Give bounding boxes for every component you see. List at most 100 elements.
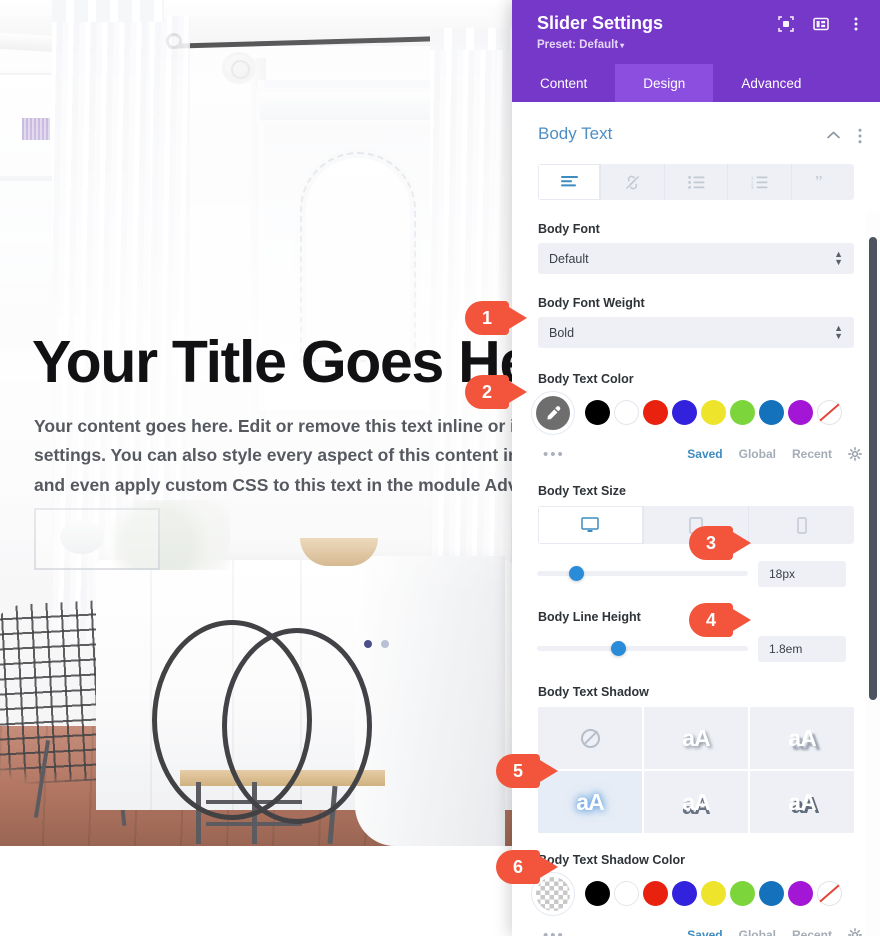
shadow-option-6[interactable]: aA <box>750 771 854 833</box>
color-tab-recent[interactable]: Recent <box>792 928 832 936</box>
gear-icon[interactable] <box>848 928 862 936</box>
slider-pagination[interactable] <box>364 640 389 648</box>
swatch-steel-blue[interactable] <box>759 881 784 906</box>
eyedropper-picker-button[interactable] <box>536 396 570 430</box>
kebab-menu-icon[interactable] <box>848 16 864 32</box>
slide-body-line-2: settings. You can also style every aspec… <box>34 445 512 466</box>
body-line-height-value: 1.8em <box>769 642 803 656</box>
body-font-weight-select[interactable]: Bold ▲ ▼ <box>538 317 854 348</box>
swatch-steel-blue[interactable] <box>759 400 784 425</box>
body-text-shadow-color-swatches <box>512 877 880 915</box>
numbered-list-icon: 1 2 3 <box>751 176 768 189</box>
screen: Your Title Goes Here Your content goes h… <box>0 0 880 936</box>
color-meta-row-2: ••• Saved Global Recent <box>512 925 880 936</box>
swatch-blue[interactable] <box>672 400 697 425</box>
body-text-shadow-label: Body Text Shadow <box>538 685 649 699</box>
body-text-size-label: Body Text Size <box>538 484 626 498</box>
slider-knob[interactable] <box>611 641 626 656</box>
tab-advanced[interactable]: Advanced <box>713 64 829 102</box>
swatch-none[interactable] <box>817 400 842 425</box>
preview-bottom-area <box>0 846 512 936</box>
swatch-red[interactable] <box>643 881 668 906</box>
swatch-white[interactable] <box>614 881 639 906</box>
color-tab-global[interactable]: Global <box>739 928 776 936</box>
chevron-down-icon: ▾ <box>620 41 625 50</box>
blockquote-button[interactable]: ” <box>792 164 854 200</box>
phone-icon <box>796 516 807 534</box>
link-button[interactable] <box>601 164 665 200</box>
format-toolbar: 1 2 3 ” <box>538 164 854 200</box>
body-text-section-header[interactable]: Body Text <box>512 116 880 158</box>
slider-settings-panel: Slider Settings Preset: Default ▾ Conten… <box>512 0 880 936</box>
swatch-green[interactable] <box>730 881 755 906</box>
shadow-option-2[interactable]: aA <box>644 707 748 769</box>
device-tab-desktop[interactable] <box>538 506 644 544</box>
swatch-yellow[interactable] <box>701 881 726 906</box>
more-colors-button[interactable]: ••• <box>543 927 565 936</box>
body-text-size-value: 18px <box>769 567 796 581</box>
shadow-option-5[interactable]: aA <box>644 771 748 833</box>
swatch-white[interactable] <box>614 400 639 425</box>
panel-title: Slider Settings <box>537 13 664 33</box>
section-title: Body Text <box>538 124 613 143</box>
slide-body-line-3: and even apply custom CSS to this text i… <box>34 474 512 495</box>
swatch-red[interactable] <box>643 400 668 425</box>
layout-panel-icon[interactable] <box>813 16 829 32</box>
body-text-shadow-options: aA aA aA aA aA <box>538 707 854 833</box>
color-tab-saved[interactable]: Saved <box>687 447 722 461</box>
marker-number: 6 <box>512 856 523 877</box>
preset-selector[interactable]: Preset: Default ▾ <box>537 39 624 51</box>
shadow-sample-text: aA <box>788 788 816 815</box>
body-text-color-swatches <box>512 396 880 434</box>
slider-knob[interactable] <box>569 566 584 581</box>
callout-marker-6: 6 <box>496 850 558 884</box>
slider-dot-2[interactable] <box>381 640 389 648</box>
body-text-size-value-box[interactable]: 18px <box>758 561 846 587</box>
swatch-blue[interactable] <box>672 881 697 906</box>
chevron-up-icon[interactable] <box>827 131 840 139</box>
numbered-list-button[interactable]: 1 2 3 <box>728 164 792 200</box>
color-tab-recent[interactable]: Recent <box>792 447 832 461</box>
color-tab-global[interactable]: Global <box>739 447 776 461</box>
eyedropper-icon <box>546 405 560 419</box>
tab-content[interactable]: Content <box>512 64 615 102</box>
bulleted-list-icon <box>687 175 705 189</box>
body-text-color-label: Body Text Color <box>538 372 634 386</box>
no-shadow-icon <box>580 728 600 748</box>
marker-number: 2 <box>481 381 492 402</box>
panel-tabs: Content Design Advanced <box>512 64 880 102</box>
section-kebab-menu-icon[interactable] <box>858 128 862 144</box>
swatch-black[interactable] <box>585 881 610 906</box>
shadow-sample-text: aA <box>576 788 604 815</box>
bulleted-list-button[interactable] <box>665 164 729 200</box>
callout-marker-1: 1 <box>465 301 527 335</box>
blockquote-icon: ” <box>815 175 823 189</box>
gear-icon[interactable] <box>848 447 862 461</box>
swatch-black[interactable] <box>585 400 610 425</box>
slider-preview: Your Title Goes Here Your content goes h… <box>0 0 512 846</box>
preset-label: Preset: Default <box>537 39 619 51</box>
swatch-purple[interactable] <box>788 881 813 906</box>
swatch-green[interactable] <box>730 400 755 425</box>
color-tab-saved[interactable]: Saved <box>687 928 722 936</box>
tab-design[interactable]: Design <box>615 64 714 102</box>
body-text-size-slider[interactable]: 18px <box>512 558 880 592</box>
panel-scrollbar-thumb[interactable] <box>869 237 877 700</box>
body-line-height-slider[interactable]: 1.8em <box>512 633 880 667</box>
slide-body-line-1: Your content goes here. Edit or remove t… <box>34 416 512 436</box>
device-tab-phone[interactable] <box>749 506 854 544</box>
shadow-option-3[interactable]: aA <box>750 707 854 769</box>
text-align-left-button[interactable] <box>538 164 602 200</box>
body-line-height-value-box[interactable]: 1.8em <box>758 636 846 662</box>
slider-dot-1[interactable] <box>364 640 372 648</box>
focus-frame-icon[interactable] <box>778 16 794 32</box>
body-font-select[interactable]: Default ▲ ▼ <box>538 243 854 274</box>
swatch-purple[interactable] <box>788 400 813 425</box>
panel-header: Slider Settings Preset: Default ▾ <box>512 0 880 64</box>
swatch-yellow[interactable] <box>701 400 726 425</box>
more-colors-button[interactable]: ••• <box>543 446 565 463</box>
slide-title: Your Title Goes Here <box>32 329 512 395</box>
slider-track[interactable] <box>537 646 748 651</box>
swatch-none[interactable] <box>817 881 842 906</box>
callout-marker-3: 3 <box>689 526 751 560</box>
